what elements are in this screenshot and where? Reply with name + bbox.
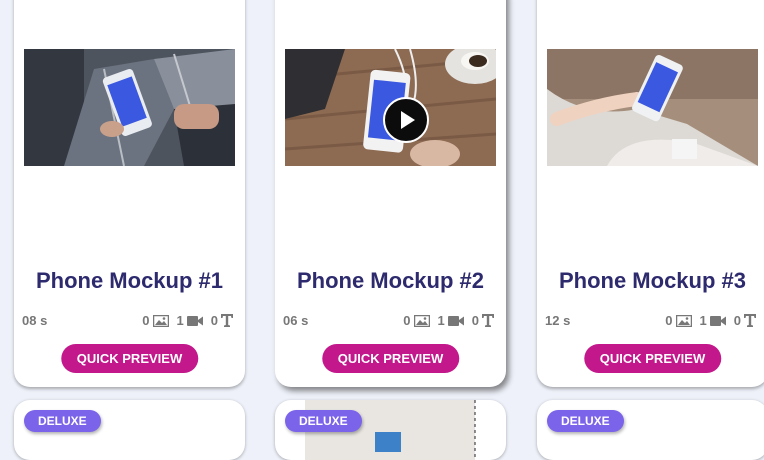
template-card-1[interactable]: Phone Mockup #1 08 s 0 1 0 QUICK PREVIEW: [14, 0, 245, 387]
image-count: 0: [665, 313, 673, 328]
template-meta: 12 s 0 1 0: [545, 311, 760, 329]
text-count: 0: [733, 313, 741, 328]
image-count: 0: [403, 313, 411, 328]
quick-preview-button[interactable]: QUICK PREVIEW: [583, 344, 722, 373]
template-title: Phone Mockup #1: [35, 268, 224, 293]
duration-label: 12 s: [545, 313, 571, 328]
image-count: 0: [142, 313, 150, 328]
video-camera-icon: [709, 315, 726, 326]
video-camera-icon: [186, 315, 203, 326]
template-thumbnail[interactable]: [547, 49, 758, 166]
quick-preview-button[interactable]: QUICK PREVIEW: [60, 344, 199, 373]
image-icon: [413, 314, 430, 327]
text-icon: [482, 314, 494, 327]
template-card-4[interactable]: DELUXE: [14, 400, 245, 460]
text-count: 0: [471, 313, 479, 328]
template-meta: 06 s 0 1 0: [283, 311, 498, 329]
deluxe-badge: DELUXE: [285, 410, 362, 432]
video-count: 1: [699, 313, 707, 328]
video-count: 1: [176, 313, 184, 328]
template-card-2[interactable]: Phone Mockup #2 06 s 0 1 0 QUICK PREVIEW: [275, 0, 506, 387]
template-card-5[interactable]: DELUXE: [275, 400, 506, 460]
text-icon: [744, 314, 756, 327]
mockup-image: [24, 49, 235, 166]
template-card-3[interactable]: Phone Mockup #3 12 s 0 1 0 QUICK PREVIEW: [537, 0, 764, 387]
play-button[interactable]: [383, 97, 429, 143]
deluxe-badge: DELUXE: [547, 410, 624, 432]
text-count: 0: [210, 313, 218, 328]
mockup-image: [547, 49, 758, 166]
template-title: Phone Mockup #3: [558, 268, 747, 293]
template-meta: 08 s 0 1 0: [22, 311, 237, 329]
image-icon: [152, 314, 169, 327]
text-icon: [221, 314, 233, 327]
template-thumbnail[interactable]: [285, 49, 496, 166]
asset-counts: 0 1 0: [657, 313, 756, 328]
duration-label: 08 s: [22, 313, 48, 328]
video-camera-icon: [447, 315, 464, 326]
quick-preview-button[interactable]: QUICK PREVIEW: [321, 344, 460, 373]
video-count: 1: [437, 313, 445, 328]
asset-counts: 0 1 0: [395, 313, 494, 328]
image-icon: [675, 314, 692, 327]
template-title: Phone Mockup #2: [296, 268, 485, 293]
template-card-6[interactable]: DELUXE: [537, 400, 764, 460]
deluxe-badge: DELUXE: [24, 410, 101, 432]
asset-counts: 0 1 0: [134, 313, 233, 328]
template-thumbnail[interactable]: [24, 49, 235, 166]
play-icon: [401, 111, 415, 129]
duration-label: 06 s: [283, 313, 309, 328]
